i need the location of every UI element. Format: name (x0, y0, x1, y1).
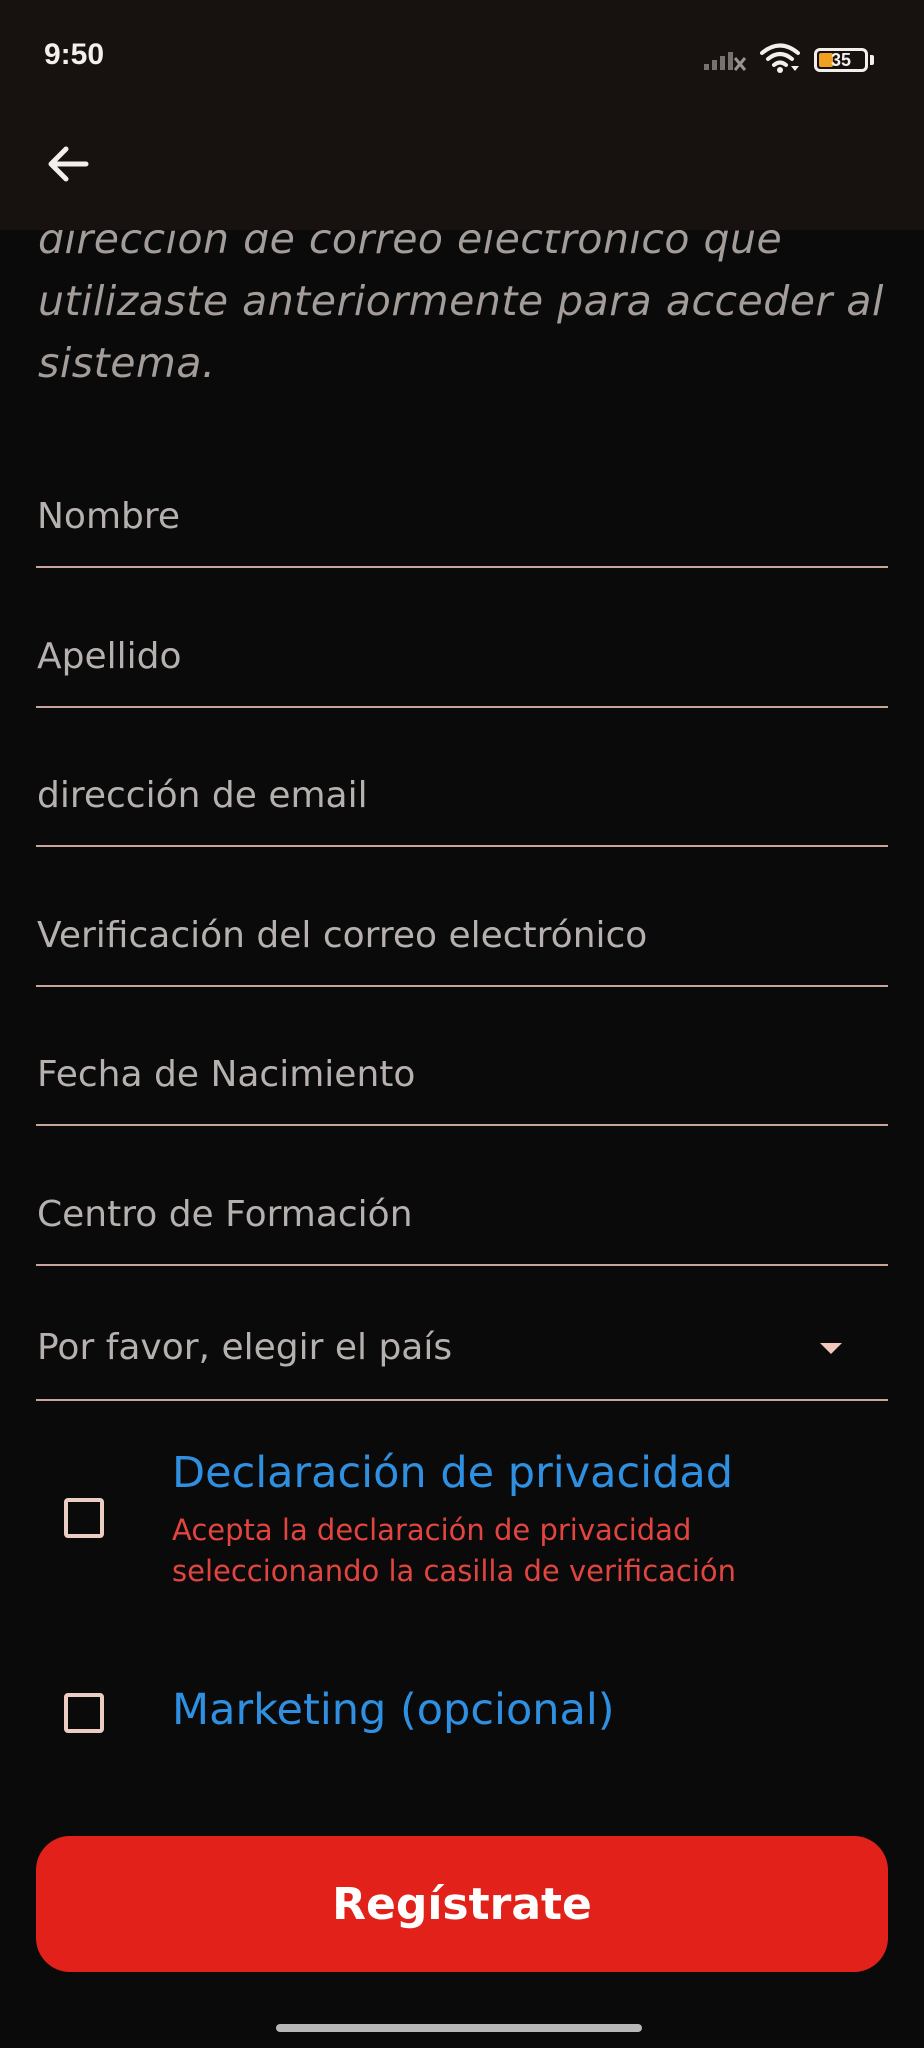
country-select-label: Por favor, elegir el país (37, 1327, 453, 1368)
first-name-field[interactable]: Nombre (36, 488, 888, 568)
battery-outline: 35 (814, 48, 868, 72)
battery-icon: 35 (814, 48, 874, 72)
dropdown-arrow-icon[interactable] (820, 1343, 842, 1354)
home-indicator[interactable] (276, 2024, 642, 2032)
signal-icon (704, 45, 747, 75)
first-name-label: Nombre (37, 496, 181, 537)
battery-percent: 35 (830, 50, 852, 70)
last-name-field[interactable]: Apellido (36, 628, 888, 708)
email-label: dirección de email (37, 775, 368, 816)
battery-tip (870, 55, 874, 65)
status-time: 9:50 (44, 38, 105, 71)
app-bar: 9:50 35 (0, 0, 924, 230)
register-screen: dirección de correo electrónico que util… (0, 0, 924, 2048)
status-icons: 35 (704, 40, 874, 80)
arrow-left-icon (48, 146, 89, 182)
email-field[interactable]: dirección de email (36, 767, 888, 847)
privacy-title-link[interactable]: Declaración de privacidad (172, 1448, 733, 1498)
email-confirm-label: Verificación del correo electrónico (37, 915, 648, 956)
marketing-checkbox[interactable] (64, 1693, 104, 1733)
marketing-title-link[interactable]: Marketing (opcional) (172, 1685, 615, 1735)
email-confirm-field[interactable]: Verificación del correo electrónico (36, 907, 888, 987)
training-center-label: Centro de Formación (37, 1194, 413, 1235)
back-button[interactable] (36, 134, 100, 194)
intro-text: dirección de correo electrónico que util… (38, 215, 884, 387)
country-select[interactable]: Por favor, elegir el país (36, 1319, 888, 1401)
last-name-label: Apellido (37, 636, 182, 677)
privacy-error-text: Acepta la declaración de privacidad sele… (172, 1513, 737, 1588)
birthdate-label: Fecha de Nacimiento (37, 1054, 416, 1095)
privacy-checkbox[interactable] (64, 1498, 104, 1538)
training-center-field[interactable]: Centro de Formación (36, 1186, 888, 1266)
birthdate-field[interactable]: Fecha de Nacimiento (36, 1046, 888, 1126)
register-button[interactable]: Regístrate (36, 1836, 888, 1972)
wifi-icon (760, 42, 800, 78)
